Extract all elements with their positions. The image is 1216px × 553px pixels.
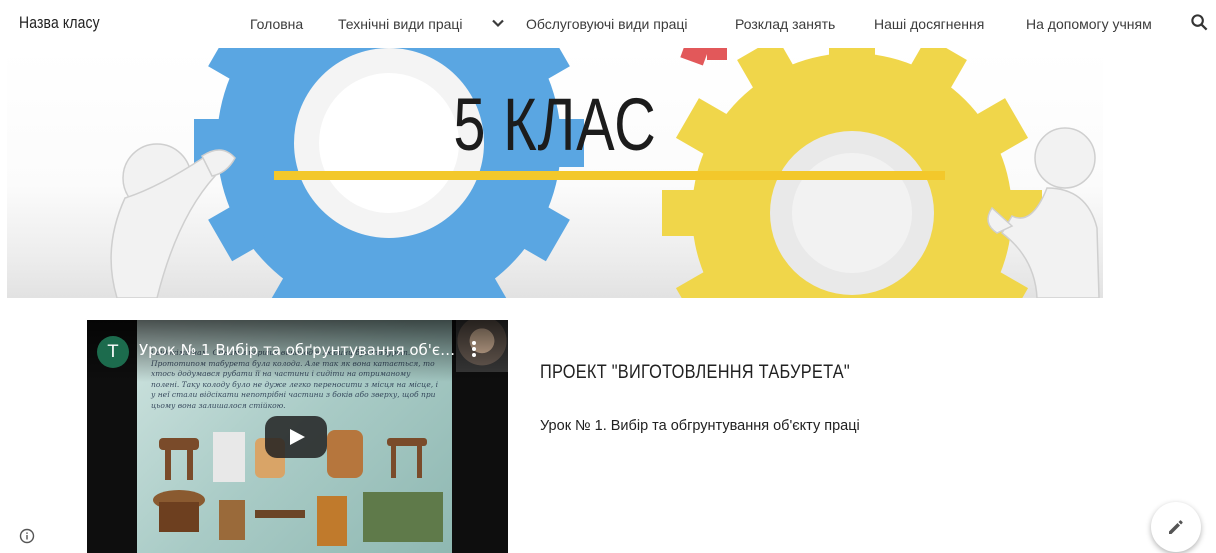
more-vert-icon[interactable] [469, 340, 479, 362]
nav-item-technical-labor[interactable]: Технічні види праці [338, 16, 463, 32]
search-icon[interactable] [1190, 13, 1209, 32]
header-banner: 5 КЛАС [7, 48, 1103, 298]
banner-title: 5 КЛАС [453, 83, 657, 166]
youtube-video-embed[interactable]: і відокімиінам. Одним з перших винаходів… [87, 320, 508, 553]
chevron-down-icon[interactable] [491, 16, 505, 30]
nav-item-student-help[interactable]: На допомогу учням [1026, 16, 1152, 32]
edit-button[interactable] [1151, 502, 1201, 552]
edit-pencil-icon [1169, 520, 1183, 534]
info-icon[interactable] [19, 528, 35, 544]
top-navigation-bar: Назва класу Головна Технічні види праці … [0, 0, 1216, 48]
play-icon[interactable] [265, 416, 327, 458]
channel-avatar[interactable]: T [97, 336, 129, 368]
nav-item-achievements[interactable]: Наші досягнення [874, 16, 984, 32]
video-title[interactable]: Урок № 1 Вибір та обґрунтування об'єк... [139, 341, 459, 359]
project-heading: ПРОЕКТ "ВИГОТОВЛЕННЯ ТАБУРЕТА" [540, 362, 851, 383]
nav-item-schedule[interactable]: Розклад занять [735, 16, 835, 32]
nav-item-service-labor[interactable]: Обслуговуючі види праці [526, 16, 688, 32]
banner-underline [274, 171, 945, 180]
site-title[interactable]: Назва класу [19, 13, 100, 33]
nav-item-home[interactable]: Головна [250, 16, 303, 32]
red-gear [680, 48, 727, 66]
lesson-description: Урок № 1. Вибір та обгрунтування об'єкту… [540, 418, 860, 434]
